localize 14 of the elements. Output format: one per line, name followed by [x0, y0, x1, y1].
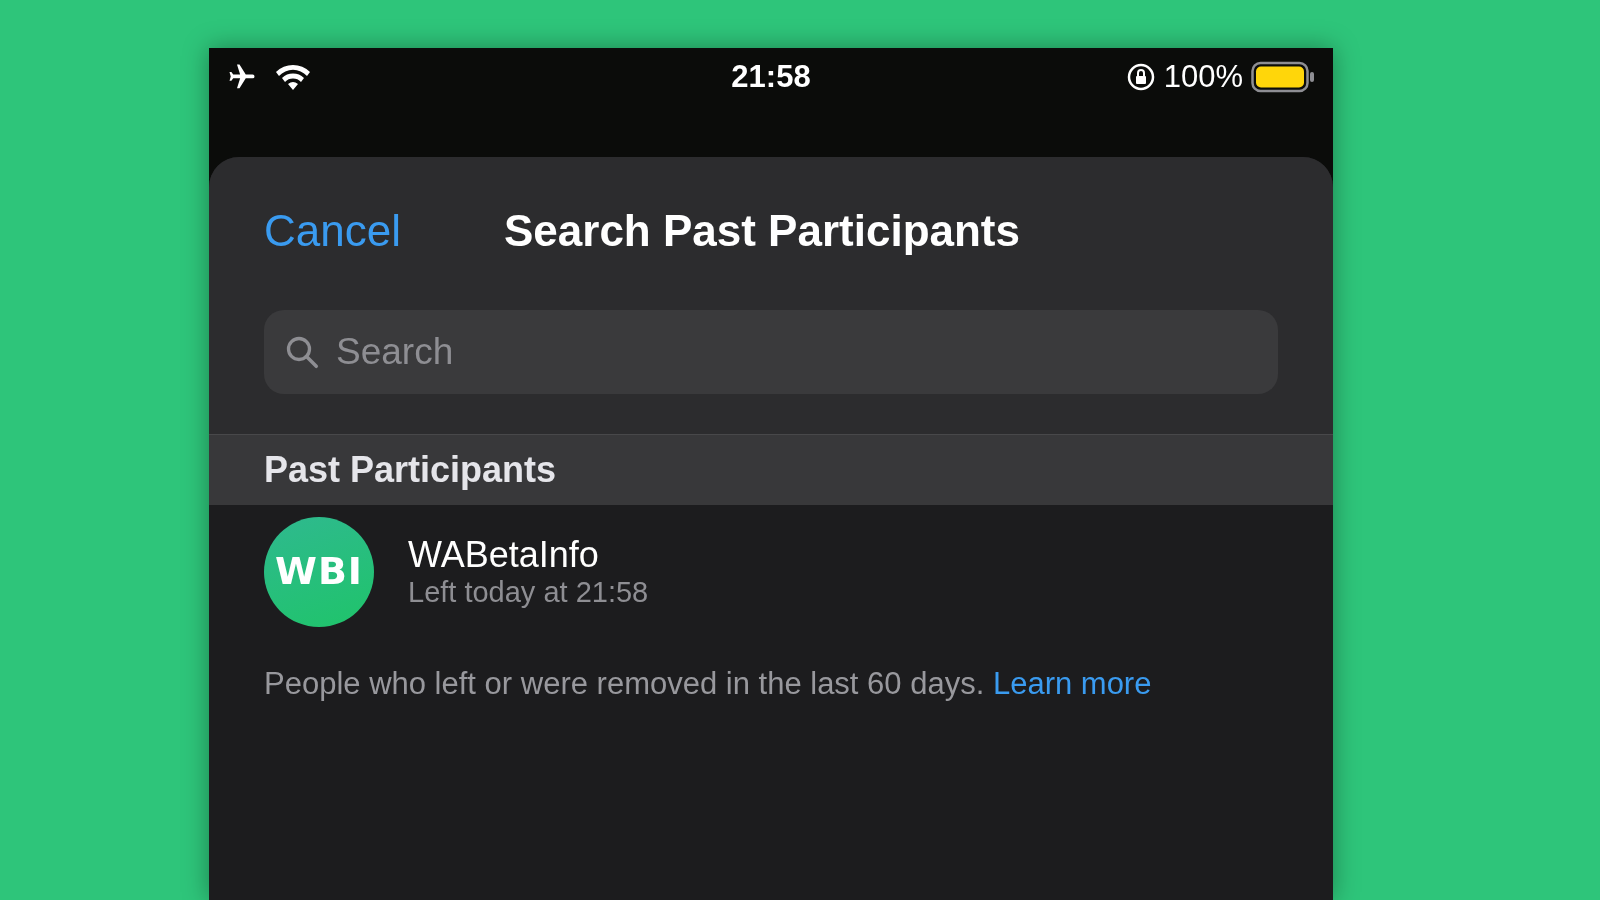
rotation-lock-icon — [1125, 62, 1156, 92]
clock-time: 21:58 — [731, 57, 811, 96]
search-field[interactable]: Search — [264, 309, 1278, 394]
sheet-title: Search Past Participants — [503, 205, 1020, 257]
avatar-logo: WBI — [264, 516, 374, 627]
battery-icon — [1251, 61, 1315, 93]
section-header: Past Participants — [264, 448, 557, 490]
cancel-button[interactable]: Cancel — [264, 205, 401, 258]
battery-percent: 100% — [1163, 57, 1243, 96]
wifi-icon — [273, 62, 313, 92]
footer-note: People who left or were removed in the last 60 days. Learn more — [264, 665, 1152, 701]
participant-status: Left today at 21:58 — [408, 575, 649, 610]
participant-name[interactable]: WABetaInfo — [408, 533, 649, 576]
learn-more-link[interactable]: Learn more — [992, 665, 1152, 701]
